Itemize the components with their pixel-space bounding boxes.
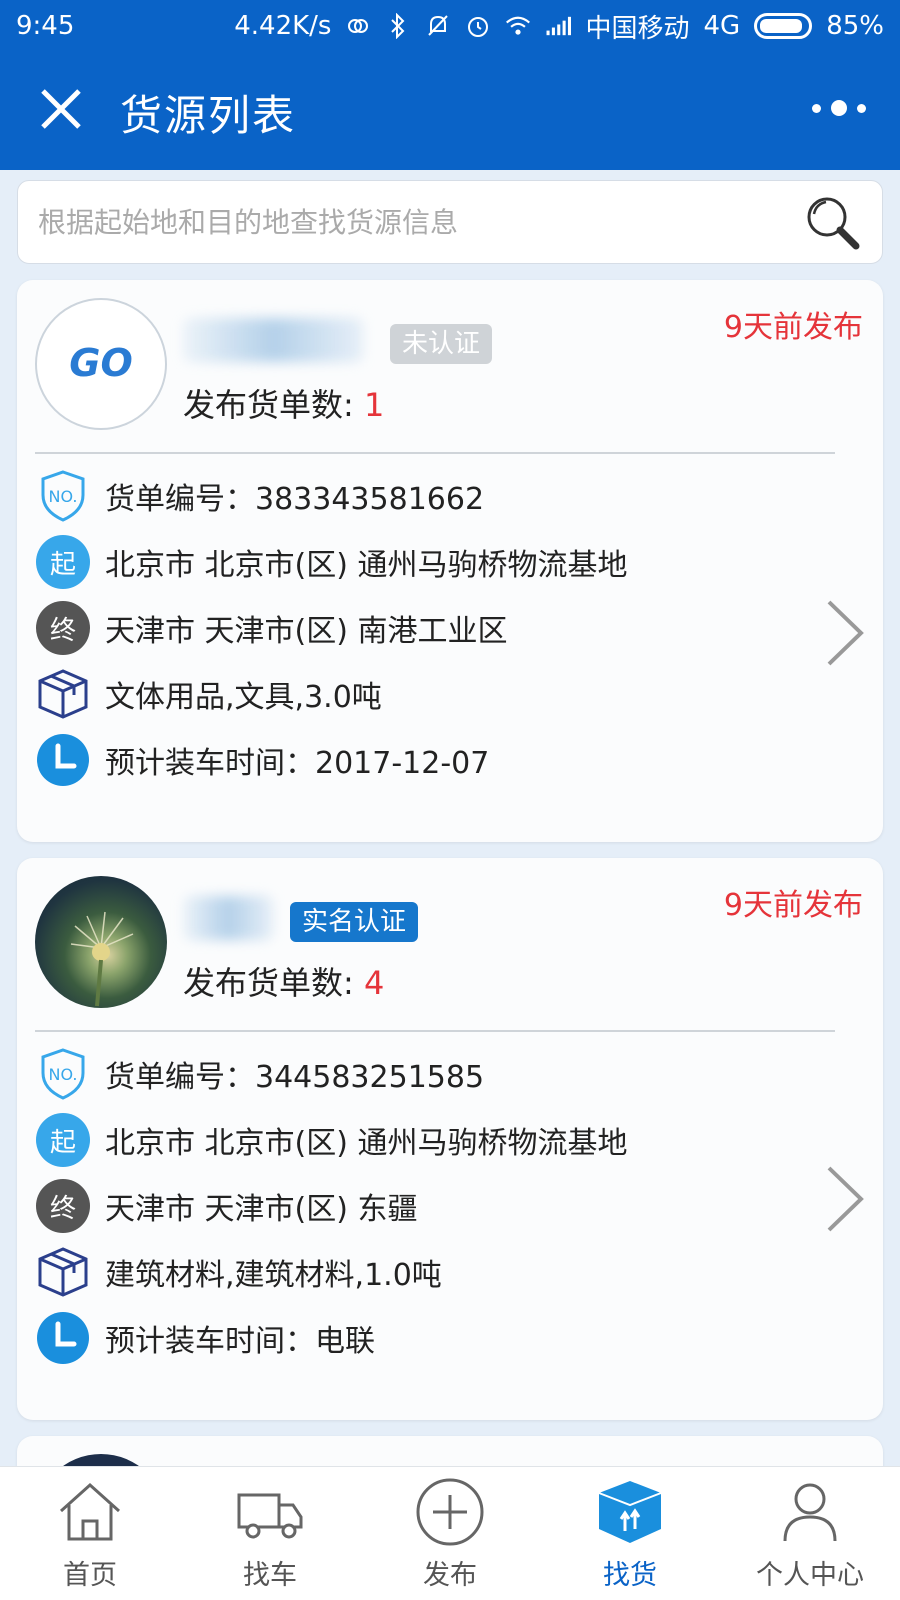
start-location: 北京市 北京市(区) 通州马驹桥物流基地 [105, 548, 628, 583]
bluetooth-icon [385, 13, 411, 39]
more-dot-icon [857, 103, 866, 113]
close-icon [41, 89, 81, 129]
carrier-name: 中国移动 [585, 13, 690, 44]
more-dot-icon [831, 100, 847, 116]
start-location-row: 起 北京市 北京市(区) 通州马驹桥物流基地 [35, 534, 627, 590]
network-type: 4G [703, 11, 741, 41]
posted-time: 9天前发布 [723, 310, 863, 345]
tab-home[interactable]: 首页 [0, 1467, 180, 1600]
load-time: 预计装车时间：2017-12-07 [105, 746, 490, 781]
wifi-icon [505, 13, 531, 39]
battery-percent: 85% [826, 11, 884, 41]
order-count-label: 发布货单数: [183, 964, 364, 1002]
search-input[interactable] [38, 205, 802, 239]
mute-bell-icon [425, 13, 451, 39]
divider [35, 452, 835, 454]
order-count-value: 1 [363, 386, 385, 424]
search-bar [17, 180, 883, 264]
app-header: 货源列表 [0, 52, 900, 170]
tab-label: 发布 [423, 1560, 477, 1591]
order-number-row: NO. 货单编号：344583251585 [35, 1046, 484, 1102]
truck-icon [237, 1493, 303, 1539]
tab-find-cargo[interactable]: 找货 [540, 1467, 720, 1600]
tab-label: 找车 [243, 1560, 297, 1591]
goods-info: 文体用品,文具,3.0吨 [105, 680, 382, 715]
clock-icon [35, 732, 91, 788]
signal-icon [545, 13, 572, 39]
status-bar: 9:45 4.42K/s 中国移动 4G 85% [0, 0, 900, 52]
posted-time: 9天前发布 [723, 888, 863, 923]
chevron-right-icon[interactable] [823, 598, 867, 668]
start-location: 北京市 北京市(区) 通州马驹桥物流基地 [105, 1126, 628, 1161]
end-icon-wrap: 终 [35, 1178, 91, 1234]
start-icon: 起 [36, 1113, 90, 1167]
go-logo-icon: GO [69, 341, 133, 385]
start-icon-wrap: 起 [35, 534, 91, 590]
cargo-card[interactable]: 实名认证 9天前发布 发布货单数: 4 NO. 货单编号：34458325158… [17, 858, 883, 1420]
svg-text:GO: GO [69, 341, 133, 385]
load-time-row: 预计装车时间：电联 [35, 1310, 375, 1366]
status-badge: 未认证 [390, 324, 493, 364]
battery-icon [754, 13, 813, 39]
status-badge: 实名认证 [290, 902, 419, 942]
package-icon [35, 666, 91, 722]
load-time-row: 预计装车时间：2017-12-07 [35, 732, 489, 788]
page-title: 货源列表 [120, 91, 297, 140]
start-icon-wrap: 起 [35, 1112, 91, 1168]
cargo-box-icon [598, 1481, 662, 1543]
person-icon [783, 1483, 837, 1542]
order-count-label: 发布货单数: [183, 386, 364, 424]
package-icon [35, 1244, 91, 1300]
end-icon-wrap: 终 [35, 600, 91, 656]
tab-publish[interactable]: 发布 [360, 1467, 540, 1600]
end-location-row: 终 天津市 天津市(区) 南港工业区 [35, 600, 507, 656]
order-count: 发布货单数: 4 [183, 958, 384, 1004]
order-number-shield-icon: NO. [35, 468, 91, 524]
more-options-button[interactable] [812, 92, 866, 124]
home-icon [59, 1482, 121, 1541]
tab-label: 个人中心 [756, 1560, 864, 1591]
flower-photo-icon [70, 911, 134, 1007]
plus-circle-icon [416, 1478, 484, 1546]
end-icon: 终 [36, 1179, 90, 1233]
goods-info: 建筑材料,建筑材料,1.0吨 [105, 1258, 442, 1293]
avatar [35, 876, 167, 1008]
alarm-icon [465, 13, 491, 39]
status-time: 9:45 [16, 11, 75, 41]
user-name-blurred [183, 318, 363, 362]
end-icon: 终 [36, 601, 90, 655]
svg-text:NO.: NO. [49, 1065, 78, 1084]
order-number: 货单编号：383343581662 [105, 482, 485, 517]
clock-icon [35, 1310, 91, 1366]
order-count-value: 4 [363, 964, 385, 1002]
user-name-blurred [183, 896, 273, 940]
tab-label: 首页 [63, 1560, 117, 1591]
order-number-shield-icon: NO. [35, 1046, 91, 1102]
load-time: 预计装车时间：电联 [105, 1324, 375, 1359]
end-location: 天津市 天津市(区) 东疆 [105, 1192, 418, 1227]
tab-profile[interactable]: 个人中心 [720, 1467, 900, 1600]
tab-find-truck[interactable]: 找车 [180, 1467, 360, 1600]
chevron-right-icon[interactable] [823, 1164, 867, 1234]
cargo-card[interactable]: GO 未认证 9天前发布 发布货单数: 1 NO. 货单编号：383343581… [17, 280, 883, 842]
bottom-tab-bar: 首页 找车 发布 找货 个人中心 [0, 1466, 900, 1600]
order-count: 发布货单数: 1 [183, 380, 384, 426]
svg-text:NO.: NO. [49, 487, 78, 506]
tab-label: 找货 [603, 1560, 657, 1591]
order-number: 货单编号：344583251585 [105, 1060, 485, 1095]
start-icon: 起 [36, 535, 90, 589]
end-location-row: 终 天津市 天津市(区) 东疆 [35, 1178, 417, 1234]
divider [35, 1030, 835, 1032]
order-number-row: NO. 货单编号：383343581662 [35, 468, 484, 524]
close-button[interactable] [38, 86, 84, 132]
network-speed: 4.42K/s [234, 11, 332, 41]
end-location: 天津市 天津市(区) 南港工业区 [105, 614, 508, 649]
goods-row: 建筑材料,建筑材料,1.0吨 [35, 1244, 442, 1300]
sync-icon [345, 13, 371, 39]
more-dot-icon [812, 103, 821, 113]
start-location-row: 起 北京市 北京市(区) 通州马驹桥物流基地 [35, 1112, 627, 1168]
avatar: GO [35, 298, 167, 430]
search-icon[interactable] [802, 192, 862, 252]
goods-row: 文体用品,文具,3.0吨 [35, 666, 382, 722]
